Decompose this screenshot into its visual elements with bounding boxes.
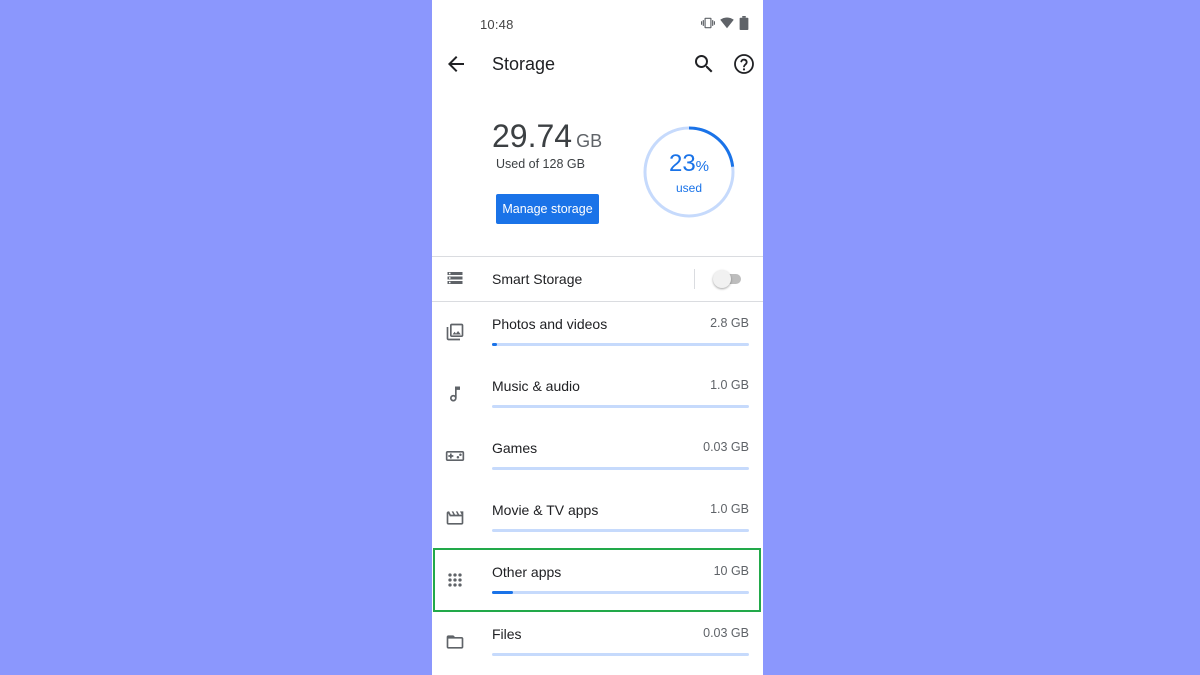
category-size: 10 GB	[713, 564, 749, 578]
category-label: Games	[492, 440, 538, 456]
category-label: Files	[492, 626, 522, 642]
category-size: 1.0 GB	[710, 378, 749, 392]
used-unit: GB	[576, 131, 603, 151]
category-progress-track	[492, 467, 749, 470]
category-other-apps[interactable]: Other apps 10 GB	[432, 550, 763, 612]
category-progress-track	[492, 529, 749, 532]
toggle-separator	[694, 269, 695, 289]
used-of-total: Used of 128 GB	[496, 157, 585, 171]
music-note-icon	[450, 386, 460, 402]
usage-percent-value: 23	[668, 150, 696, 177]
storage-stack-icon	[447, 272, 463, 284]
help-button[interactable]	[732, 52, 756, 76]
status-icons	[701, 16, 749, 30]
status-time: 10:48	[480, 17, 514, 32]
gamepad-icon	[445, 451, 465, 461]
apps-grid-icon	[448, 573, 462, 587]
phone-screen: 10:48 Storage 29.74 GB Used of 128 GB Ma…	[432, 0, 763, 675]
category-label: Movie & TV apps	[492, 502, 599, 518]
search-icon	[695, 55, 713, 73]
category-progress-fill	[492, 343, 498, 346]
category-progress-track	[492, 653, 749, 656]
used-value: 29.74	[492, 118, 573, 154]
category-size: 2.8 GB	[710, 316, 749, 330]
vibrate-icon	[701, 17, 715, 29]
movie-icon	[446, 511, 464, 525]
usage-used-label: used	[675, 181, 703, 195]
arrow-back-icon	[448, 56, 464, 72]
used-amount: 29.74 GB	[492, 118, 602, 155]
category-movie-and-tv-apps[interactable]: Movie & TV apps 1.0 GB	[432, 488, 763, 550]
smart-storage-label: Smart Storage	[492, 271, 583, 287]
smart-storage-row[interactable]: Smart Storage	[432, 257, 763, 301]
category-size: 0.03 GB	[703, 440, 749, 454]
page-title: Storage	[492, 54, 556, 74]
category-label: Other apps	[492, 564, 562, 580]
category-size: 0.03 GB	[703, 626, 749, 640]
category-size: 1.0 GB	[710, 502, 749, 516]
category-progress-track	[492, 405, 749, 408]
folder-icon	[446, 635, 464, 649]
category-files[interactable]: Files 0.03 GB	[432, 612, 763, 674]
category-music-and-audio[interactable]: Music & audio 1.0 GB	[432, 364, 763, 426]
photos-icon	[446, 323, 464, 341]
wifi-icon	[720, 17, 734, 29]
storage-summary: 29.74 GB Used of 128 GB Manage storage 23…	[432, 110, 763, 250]
toggle-thumb	[713, 270, 731, 288]
category-progress-fill	[492, 591, 513, 594]
category-progress-track	[492, 343, 749, 346]
manage-storage-button[interactable]: Manage storage	[496, 194, 599, 224]
smart-storage-toggle[interactable]	[713, 270, 741, 288]
battery-icon	[739, 16, 749, 30]
help-icon	[734, 54, 754, 74]
back-button[interactable]	[444, 52, 468, 76]
category-label: Photos and videos	[492, 316, 608, 332]
usage-percent: 23%	[642, 150, 736, 178]
category-photos-and-videos[interactable]: Photos and videos 2.8 GB	[432, 302, 763, 364]
status-bar: 10:48	[432, 0, 763, 48]
category-games[interactable]: Games 0.03 GB	[432, 426, 763, 488]
search-button[interactable]	[692, 52, 716, 76]
category-progress-track	[492, 591, 749, 594]
category-label: Music & audio	[492, 378, 580, 394]
usage-percent-sign: %	[695, 158, 710, 175]
app-bar: Storage	[432, 44, 763, 84]
